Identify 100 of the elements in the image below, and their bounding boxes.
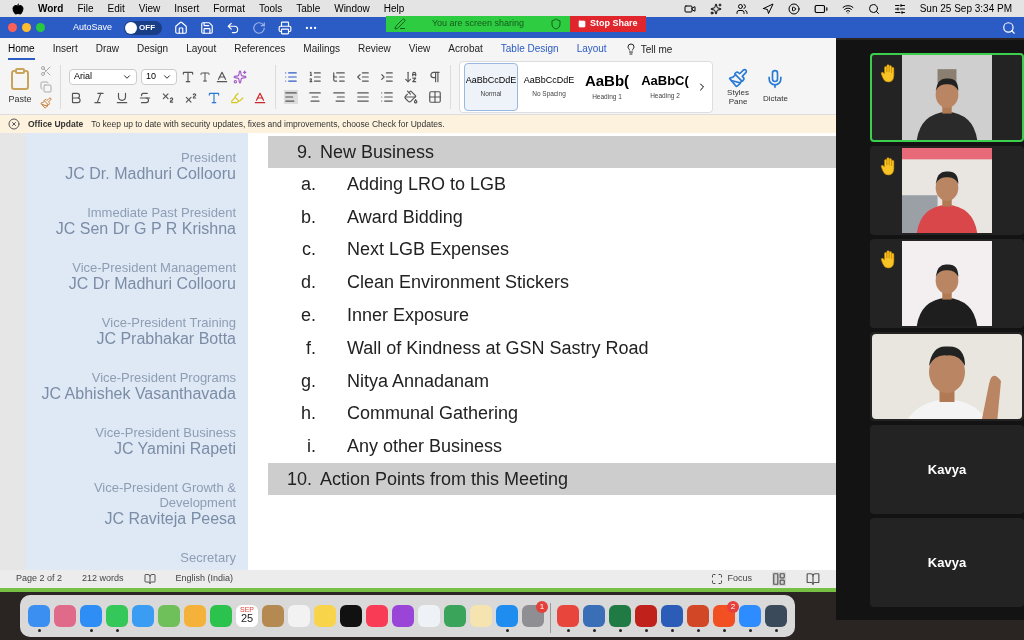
home-icon[interactable] [174,20,189,35]
font-color-icon[interactable] [253,91,267,105]
decrease-indent-icon[interactable] [356,70,370,84]
sort-icon[interactable] [404,70,418,84]
participant-tile[interactable]: Kavya [870,518,1024,607]
ribbon-tab[interactable]: Table Design [500,38,559,60]
increase-indent-icon[interactable] [380,70,394,84]
underline-icon[interactable] [115,91,129,105]
participant-tile[interactable] [870,239,1024,328]
video-camera-icon[interactable] [683,2,696,15]
font-dropdown[interactable]: Arial [69,69,137,85]
agenda-item: e. Inner Exposure [300,304,471,328]
menu-item[interactable]: Table [296,1,321,16]
raised-hand-icon [880,63,898,83]
pen-icon[interactable] [394,18,406,30]
control-center-icon[interactable] [893,2,906,15]
style-preview: AaBbCcDdE [523,75,575,85]
ribbon-tab[interactable]: Mailings [303,38,341,60]
line-spacing-icon[interactable] [380,90,394,104]
close-window-button[interactable] [8,23,17,32]
agenda-item: d. Clean Environment Stickers [300,271,571,295]
app-icon[interactable] [340,604,362,627]
redo-icon[interactable] [252,20,267,35]
ribbon-tab[interactable]: Insert [52,38,78,60]
people-icon[interactable] [735,2,748,15]
change-case-icon[interactable] [215,70,229,84]
italic-icon[interactable] [92,91,106,105]
style-preview: AaBbCcDdE [465,75,517,85]
print-icon[interactable] [278,20,293,35]
minimize-window-button[interactable] [22,23,31,32]
web-layout-icon[interactable] [806,572,820,586]
ribbon-tab[interactable]: Layout [186,38,217,60]
participant-tile[interactable] [870,146,1024,235]
menu-item[interactable]: Insert [174,1,200,16]
tell-me-button[interactable]: Tell me [624,41,673,57]
cut-icon[interactable] [40,65,52,77]
save-icon[interactable] [200,20,215,35]
officer-role: Vice-President Training [100,315,236,330]
menu-item[interactable]: Tools [258,1,283,16]
proofing-icon[interactable] [143,573,156,585]
subscript-icon[interactable] [161,91,175,105]
zoom-window-button[interactable] [36,23,45,32]
notice-message: To keep up to date with security updates, fixes and improvements, choose Check for Updates. [91,117,445,131]
font-size-dropdown[interactable]: 10 [141,69,177,85]
menu-item[interactable]: View [138,1,161,16]
superscript-icon[interactable] [184,91,198,105]
raised-hand-icon [880,156,898,176]
borders-icon[interactable] [428,90,442,104]
menu-item[interactable]: Format [213,1,245,16]
grow-font-icon[interactable] [181,70,195,84]
shield-icon[interactable] [550,18,562,30]
pilcrow-icon[interactable] [428,70,442,84]
ribbon-tab[interactable]: Layout [576,38,607,60]
focus-button[interactable]: Focus [711,572,752,586]
numbering-icon[interactable] [308,70,322,84]
menu-item[interactable]: Help [383,1,405,16]
ribbon-tab[interactable]: View [408,38,431,60]
multilevel-list-icon[interactable] [332,70,346,84]
app-icon[interactable] [765,604,787,627]
styles-pane-button[interactable]: Styles Pane [721,68,755,106]
menu-item[interactable]: Edit [107,1,125,16]
wifi-icon[interactable] [841,2,854,15]
strikethrough-icon[interactable] [138,91,152,105]
align-left-icon[interactable] [284,90,298,104]
print-layout-icon[interactable] [772,572,786,586]
paste-button[interactable]: Paste [8,67,32,107]
participant-tile[interactable] [870,53,1024,142]
sharing-status: You are screen sharing [430,17,526,31]
menu-item[interactable]: Window [334,1,370,16]
sparkle-icon[interactable] [709,2,722,15]
ribbon-tab[interactable]: References [234,38,286,60]
format-painter-icon[interactable] [40,97,52,109]
menu-item[interactable]: File [77,1,94,16]
search-icon[interactable] [1002,20,1016,35]
ribbon-tab[interactable]: Draw [95,38,120,60]
dismiss-icon[interactable] [8,118,20,130]
stop-share-button[interactable]: Stop Share [570,16,646,32]
bold-icon[interactable] [69,91,83,105]
play-icon[interactable] [787,2,800,15]
align-right-icon[interactable] [332,90,346,104]
paintbrush-icon [728,68,748,88]
app-menu[interactable]: Word [38,1,64,16]
agenda-item: f. Wall of Kindness at GSN Sastry Road [305,336,650,360]
clear-formatting-icon[interactable] [233,70,247,84]
autosave-toggle[interactable]: OFF [124,20,163,35]
text-effects-icon[interactable] [207,91,221,105]
justify-icon[interactable] [356,90,370,104]
location-icon[interactable] [761,2,774,15]
dictate-button[interactable]: Dictate [763,69,788,105]
undo-icon[interactable] [226,20,241,35]
shading-icon[interactable] [404,90,418,104]
shrink-font-icon[interactable] [199,71,211,83]
ribbon-tab[interactable]: Acrobat [448,38,483,60]
apple-icon[interactable] [12,2,24,15]
ribbon-tab[interactable]: Review [358,38,391,60]
bullets-icon[interactable] [284,70,298,84]
participant-tile[interactable]: Kavya [870,425,1024,514]
align-center-icon[interactable] [308,90,322,104]
search-icon[interactable] [867,2,880,15]
ribbon-tab[interactable]: Design [137,38,169,60]
